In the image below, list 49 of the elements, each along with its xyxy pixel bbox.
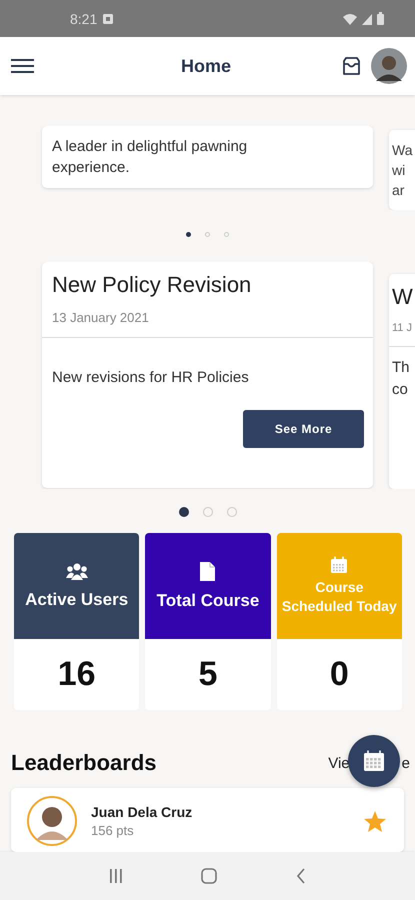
back-icon[interactable] — [297, 868, 306, 884]
leaderboard-card[interactable]: Juan Dela Cruz 156 pts — [11, 788, 404, 852]
stat-value: 5 — [145, 639, 271, 710]
star-icon — [364, 810, 386, 832]
news-date: 13 January 2021 — [52, 310, 150, 325]
news-title: W — [392, 284, 414, 310]
pager-dot[interactable] — [202, 507, 212, 517]
stat-value: 0 — [276, 639, 402, 710]
view-more-link[interactable]: Vie — [328, 754, 350, 772]
quote-text: wi — [392, 161, 406, 180]
quote-text: Wa — [392, 141, 414, 160]
wifi-icon — [342, 12, 358, 25]
stat-label: Course Scheduled Today — [280, 578, 398, 616]
news-title: New Policy Revision — [52, 272, 252, 298]
user-name: Juan Dela Cruz — [91, 804, 194, 820]
inbox-icon[interactable] — [342, 57, 361, 75]
stat-label: Active Users — [25, 590, 128, 610]
news-body: Th — [392, 358, 411, 378]
quote-text: ar — [392, 181, 406, 200]
pager-dot[interactable] — [224, 232, 229, 237]
battery-icon — [376, 12, 385, 25]
see-more-button[interactable]: See More — [243, 410, 364, 448]
pager-dot[interactable] — [186, 232, 191, 237]
users-icon — [66, 562, 88, 580]
stat-label: Total Course — [156, 590, 260, 610]
recents-icon[interactable] — [110, 869, 122, 883]
stat-value: 16 — [14, 639, 140, 710]
menu-icon[interactable] — [11, 59, 34, 73]
home-icon[interactable] — [201, 868, 218, 884]
page-title: Home — [180, 56, 232, 76]
calendar-button[interactable] — [348, 735, 400, 787]
file-icon — [200, 562, 216, 580]
status-time: 8:21 — [70, 10, 98, 26]
pager-dot[interactable] — [205, 232, 210, 237]
avatar-icon[interactable] — [371, 48, 407, 84]
pager-dot[interactable] — [226, 507, 236, 517]
calendar-icon — [330, 556, 348, 574]
section-title: Leaderboards — [11, 750, 158, 776]
pager-dot[interactable] — [178, 507, 188, 517]
view-more-link[interactable]: e — [402, 754, 410, 772]
calendar-icon — [363, 750, 385, 772]
quote-card: A leader in delightful pawning experience. — [42, 126, 373, 188]
news-date: 11 J — [392, 322, 413, 334]
news-body: New revisions for HR Policies — [51, 368, 250, 386]
avatar-icon — [27, 796, 77, 846]
signal-icon — [361, 12, 373, 25]
news-body: co — [392, 380, 409, 400]
notification-icon — [103, 14, 114, 24]
user-points: 156 pts — [91, 823, 135, 838]
